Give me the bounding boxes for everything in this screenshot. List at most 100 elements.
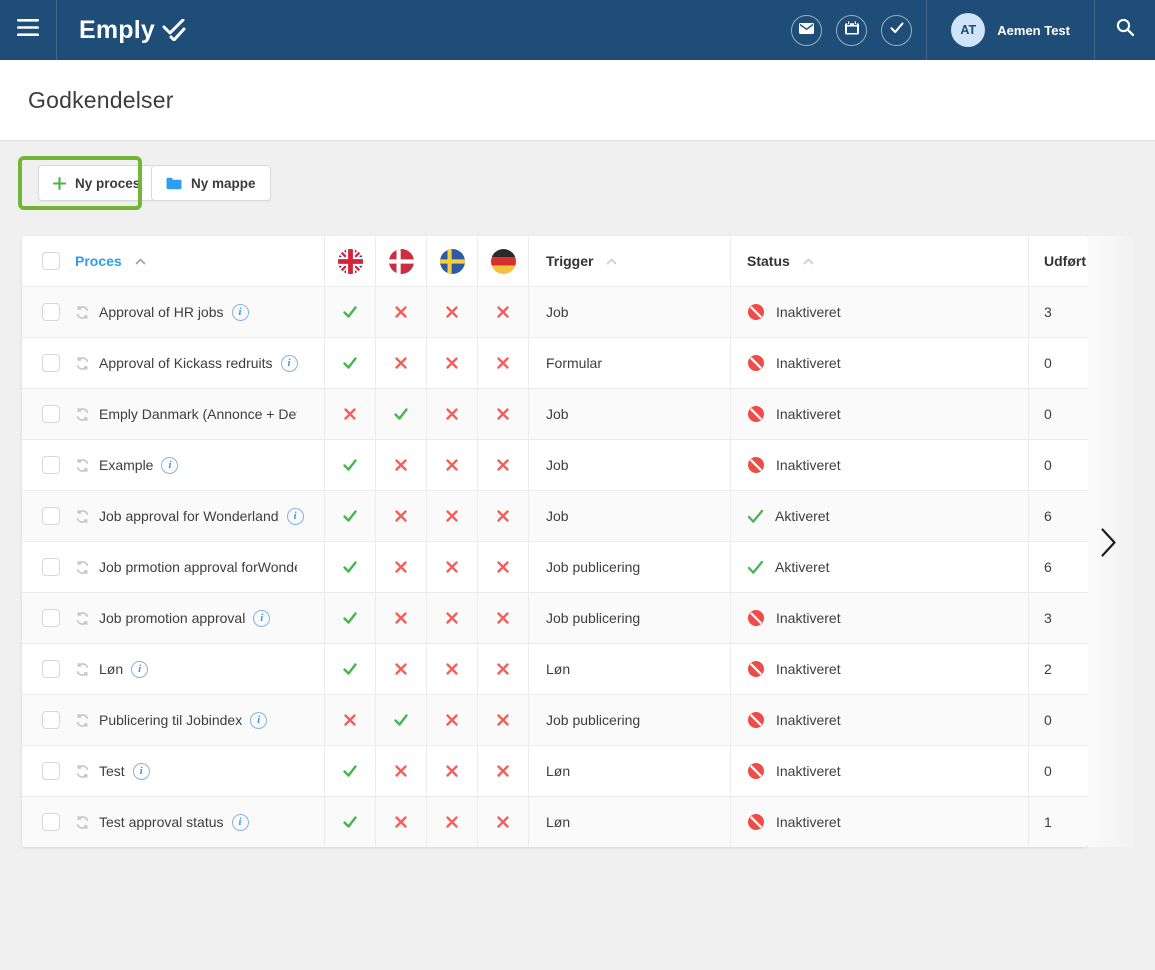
language-disabled-cross-icon bbox=[375, 440, 426, 490]
table-row[interactable]: Approval of Kickass redruitsiFormularIna… bbox=[22, 337, 1088, 388]
info-icon[interactable]: i bbox=[133, 763, 150, 780]
user-name: Aemen Test bbox=[997, 23, 1070, 38]
language-disabled-cross-icon bbox=[477, 644, 528, 694]
row-checkbox[interactable] bbox=[42, 507, 60, 525]
language-enabled-check-icon bbox=[324, 797, 375, 847]
new-folder-label: Ny mappe bbox=[191, 176, 256, 191]
table-row[interactable]: ExampleiJobInaktiveret0 bbox=[22, 439, 1088, 490]
brand-logo[interactable]: Emply bbox=[79, 16, 186, 45]
check-icon bbox=[890, 21, 904, 39]
trigger-cell: Job publicering bbox=[528, 593, 730, 643]
info-icon[interactable]: i bbox=[161, 457, 178, 474]
language-disabled-cross-icon bbox=[426, 797, 477, 847]
process-name: Approval of HR jobs bbox=[99, 304, 224, 320]
column-header-trigger[interactable]: Trigger bbox=[546, 253, 593, 269]
language-enabled-check-icon bbox=[375, 389, 426, 439]
process-name: Løn bbox=[99, 661, 123, 677]
top-navbar: Emply AT bbox=[0, 0, 1155, 60]
column-header-proces[interactable]: Proces bbox=[75, 253, 122, 269]
row-checkbox[interactable] bbox=[42, 303, 60, 321]
process-name: Approval of Kickass redruits bbox=[99, 355, 273, 371]
status-cell: Inaktiveret bbox=[730, 644, 1028, 694]
info-icon[interactable]: i bbox=[281, 355, 298, 372]
table-row[interactable]: Job prmotion approval forWonde...Job pub… bbox=[22, 541, 1088, 592]
uk-flag bbox=[338, 249, 363, 274]
row-checkbox[interactable] bbox=[42, 813, 60, 831]
info-icon[interactable]: i bbox=[253, 610, 270, 627]
table-row[interactable]: Emply Danmark (Annonce + Deta...JobInakt… bbox=[22, 388, 1088, 439]
language-enabled-check-icon bbox=[375, 695, 426, 745]
row-checkbox[interactable] bbox=[42, 558, 60, 576]
app-root: Emply AT bbox=[0, 0, 1155, 970]
table-row[interactable]: Approval of HR jobsiJobInaktiveret3 bbox=[22, 286, 1088, 337]
status-label: Inaktiveret bbox=[776, 763, 841, 779]
language-disabled-cross-icon bbox=[426, 389, 477, 439]
info-icon[interactable]: i bbox=[131, 661, 148, 678]
status-inactive-noentry-icon bbox=[747, 609, 765, 627]
process-cell: Publicering til Jobindexi bbox=[22, 695, 324, 745]
info-icon[interactable]: i bbox=[250, 712, 267, 729]
sort-asc-icon bbox=[135, 258, 146, 265]
status-cell: Inaktiveret bbox=[730, 797, 1028, 847]
udfort-cell: 0 bbox=[1028, 338, 1088, 388]
row-checkbox[interactable] bbox=[42, 456, 60, 474]
mail-button[interactable] bbox=[791, 15, 822, 46]
status-cell: Aktiveret bbox=[730, 542, 1028, 592]
trigger-cell: Løn bbox=[528, 797, 730, 847]
status-inactive-noentry-icon bbox=[747, 303, 765, 321]
language-enabled-check-icon bbox=[324, 440, 375, 490]
language-enabled-check-icon bbox=[324, 593, 375, 643]
select-all-checkbox[interactable] bbox=[42, 252, 60, 270]
udfort-cell: 6 bbox=[1028, 491, 1088, 541]
table-header: Proces Trigger Status bbox=[22, 236, 1088, 286]
row-checkbox[interactable] bbox=[42, 405, 60, 423]
table-row[interactable]: Job promotion approvaliJob publiceringIn… bbox=[22, 592, 1088, 643]
process-name: Example bbox=[99, 457, 153, 473]
sync-icon bbox=[75, 356, 90, 371]
language-enabled-check-icon bbox=[324, 287, 375, 337]
status-label: Inaktiveret bbox=[776, 610, 841, 626]
user-menu[interactable]: AT Aemen Test bbox=[927, 0, 1094, 60]
scroll-right-button[interactable] bbox=[1100, 527, 1117, 563]
info-icon[interactable]: i bbox=[287, 508, 304, 525]
new-process-button[interactable]: Ny proces bbox=[38, 165, 155, 201]
language-disabled-cross-icon bbox=[426, 593, 477, 643]
tasks-button[interactable] bbox=[881, 15, 912, 46]
avatar: AT bbox=[951, 13, 985, 47]
trigger-cell: Job publicering bbox=[528, 695, 730, 745]
process-name: Test approval status bbox=[99, 814, 224, 830]
new-folder-button[interactable]: Ny mappe bbox=[151, 165, 271, 201]
menu-button[interactable] bbox=[0, 0, 57, 60]
denmark-flag bbox=[389, 249, 414, 274]
row-checkbox[interactable] bbox=[42, 609, 60, 627]
row-checkbox[interactable] bbox=[42, 660, 60, 678]
language-disabled-cross-icon bbox=[324, 695, 375, 745]
status-label: Inaktiveret bbox=[776, 712, 841, 728]
process-cell: Approval of Kickass redruits i bbox=[22, 338, 324, 388]
status-inactive-noentry-icon bbox=[747, 813, 765, 831]
brand-name: Emply bbox=[79, 16, 155, 45]
info-icon[interactable]: i bbox=[232, 814, 249, 831]
sync-icon bbox=[75, 509, 90, 524]
trigger-cell: Job bbox=[528, 440, 730, 490]
language-disabled-cross-icon bbox=[375, 542, 426, 592]
sort-asc-icon bbox=[803, 258, 814, 265]
search-button[interactable] bbox=[1095, 0, 1155, 60]
table-row[interactable]: Publicering til Jobindexi Job publicering… bbox=[22, 694, 1088, 745]
table-row[interactable]: Job approval for WonderlandiJobAktiveret… bbox=[22, 490, 1088, 541]
table-row[interactable]: LøniLønInaktiveret2 bbox=[22, 643, 1088, 694]
udfort-cell: 6 bbox=[1028, 542, 1088, 592]
row-checkbox[interactable] bbox=[42, 711, 60, 729]
udfort-cell: 2 bbox=[1028, 644, 1088, 694]
table-row[interactable]: TestiLønInaktiveret0 bbox=[22, 745, 1088, 796]
info-icon[interactable]: i bbox=[232, 304, 249, 321]
sync-icon bbox=[75, 611, 90, 626]
table-row[interactable]: Test approval statusiLønInaktiveret1 bbox=[22, 796, 1088, 847]
language-disabled-cross-icon bbox=[375, 338, 426, 388]
process-cell: Emply Danmark (Annonce + Deta... bbox=[22, 389, 324, 439]
calendar-button[interactable] bbox=[836, 15, 867, 46]
status-label: Inaktiveret bbox=[776, 814, 841, 830]
row-checkbox[interactable] bbox=[42, 354, 60, 372]
row-checkbox[interactable] bbox=[42, 762, 60, 780]
column-header-status[interactable]: Status bbox=[747, 253, 790, 269]
